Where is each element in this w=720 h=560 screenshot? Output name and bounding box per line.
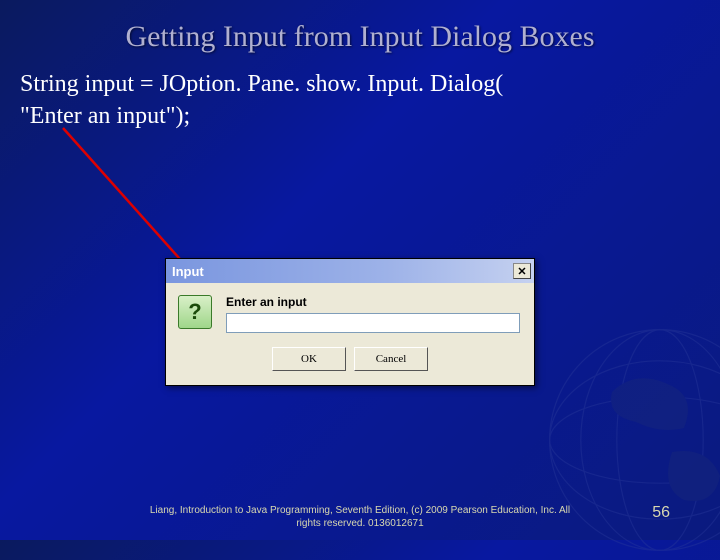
code-line-2: "Enter an input");: [20, 100, 700, 132]
dialog-body: ? Enter an input: [166, 283, 534, 339]
dialog-title: Input: [172, 264, 204, 279]
dialog-titlebar[interactable]: Input ✕: [166, 259, 534, 283]
code-snippet: String input = JOption. Pane. show. Inpu…: [0, 54, 720, 133]
code-line-1: String input = JOption. Pane. show. Inpu…: [20, 68, 700, 100]
prompt-label: Enter an input: [226, 295, 520, 309]
ok-button[interactable]: OK: [272, 347, 346, 371]
page-number: 56: [652, 504, 670, 522]
button-row: OK Cancel: [166, 339, 534, 385]
text-input[interactable]: [226, 313, 520, 333]
close-icon: ✕: [517, 265, 526, 278]
cancel-button[interactable]: Cancel: [354, 347, 428, 371]
prompt-area: Enter an input: [226, 295, 520, 333]
input-dialog: Input ✕ ? Enter an input OK Cancel: [165, 258, 535, 386]
slide-title: Getting Input from Input Dialog Boxes: [0, 0, 720, 54]
close-button[interactable]: ✕: [513, 263, 531, 279]
footer-line-1: Liang, Introduction to Java Programming,…: [0, 504, 720, 517]
footer-citation: Liang, Introduction to Java Programming,…: [0, 504, 720, 530]
footer-line-2: rights reserved. 0136012671: [0, 517, 720, 530]
question-icon: ?: [178, 295, 212, 329]
